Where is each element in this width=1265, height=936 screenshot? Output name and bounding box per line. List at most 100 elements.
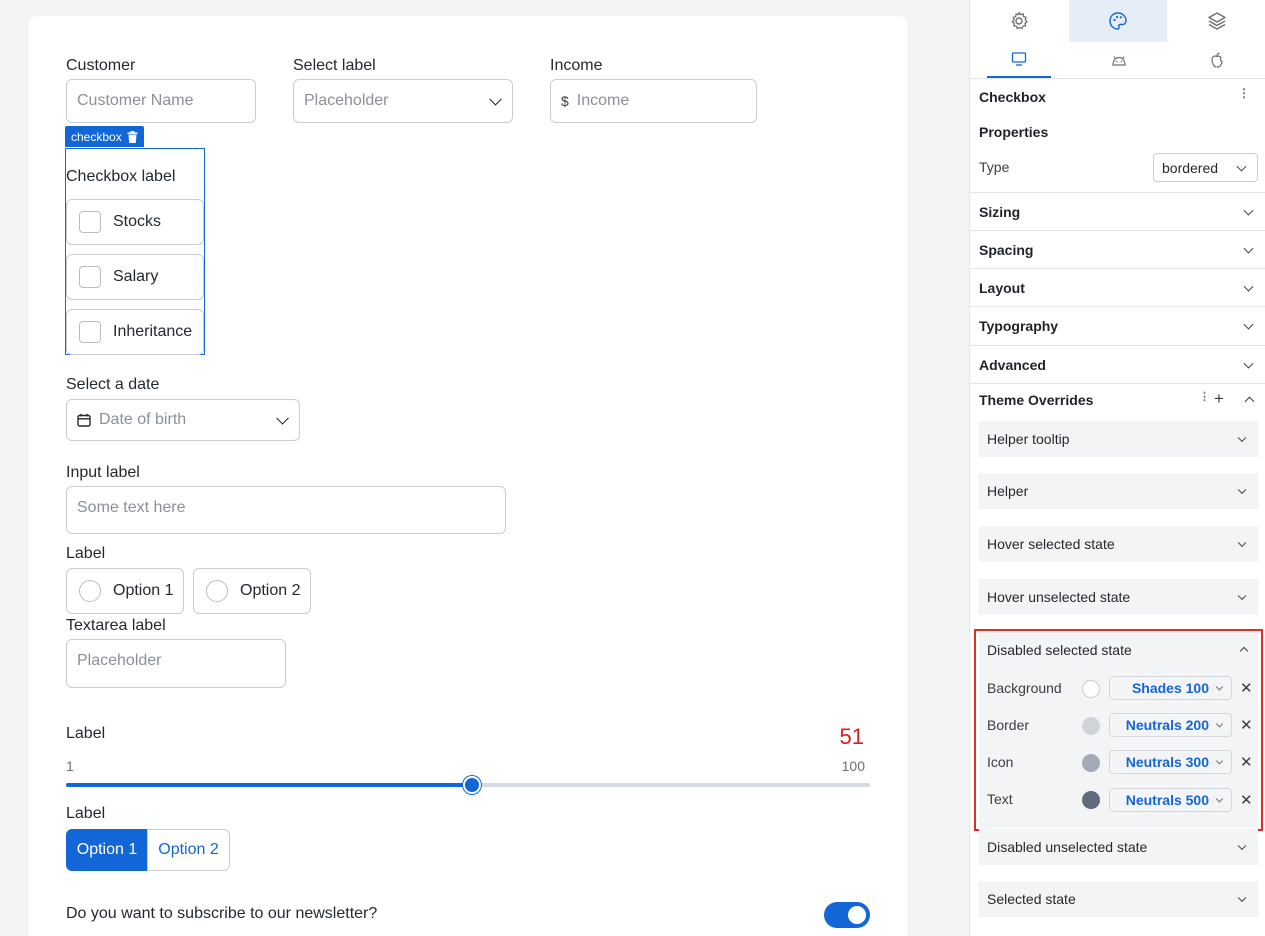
textarea[interactable]: Placeholder	[66, 639, 286, 688]
slider-track[interactable]	[66, 776, 870, 794]
radio-option-label: Option 1	[113, 582, 174, 599]
android-icon	[1112, 56, 1126, 66]
tab-android[interactable]	[1087, 42, 1151, 78]
newsletter-label: Do you want to subscribe to our newslett…	[66, 905, 378, 922]
chevron-down-icon	[1243, 281, 1254, 292]
checkbox-box[interactable]	[79, 266, 101, 288]
override-item[interactable]: Hover selected state	[979, 526, 1258, 562]
slider-value: 51	[839, 724, 864, 749]
section-sizing[interactable]: Sizing	[970, 193, 1265, 231]
currency-prefix: $	[561, 93, 569, 109]
chevron-down-icon	[276, 411, 289, 425]
textarea-placeholder: Placeholder	[77, 652, 162, 669]
radio-option[interactable]: Option 1	[66, 568, 184, 614]
palette-icon	[1109, 12, 1127, 30]
section-advanced[interactable]: Advanced	[970, 346, 1265, 384]
radio-circle[interactable]	[79, 580, 101, 602]
tab-desktop[interactable]	[987, 42, 1051, 78]
properties-panel: Checkbox ⋮ Properties Type bordered Sizi…	[969, 0, 1265, 936]
properties-header: Properties	[970, 116, 1265, 148]
radio-circle[interactable]	[206, 580, 228, 602]
section-typography[interactable]: Typography	[970, 307, 1265, 346]
income-input[interactable]: $ Income	[550, 79, 757, 123]
desktop-icon	[1011, 52, 1027, 66]
newsletter-toggle[interactable]	[824, 902, 870, 928]
customer-label: Customer	[66, 57, 136, 74]
calendar-icon	[77, 413, 91, 427]
section-spacing[interactable]: Spacing	[970, 231, 1265, 269]
override-title: Selected state	[987, 891, 1076, 907]
trash-icon[interactable]	[127, 130, 138, 143]
type-select-value: bordered	[1162, 159, 1219, 176]
component-tag-label: checkbox	[71, 129, 122, 144]
slider-max: 100	[841, 758, 865, 774]
slider-label: Label	[66, 725, 106, 742]
apple-icon	[1211, 52, 1223, 68]
override-item[interactable]: Disabled unselected state	[979, 829, 1258, 865]
form-canvas: Customer Customer Name Select label Plac…	[28, 16, 908, 936]
section-title: Spacing	[979, 241, 1034, 258]
section-title: Advanced	[979, 356, 1046, 373]
radio-option-label: Option 2	[240, 582, 301, 599]
checkbox-option-label: Inheritance	[113, 323, 193, 340]
chevron-down-icon	[1243, 243, 1254, 254]
input-label: Input label	[66, 464, 140, 481]
segment-option-2[interactable]: Option 2	[147, 829, 230, 871]
slider-min: 1	[66, 758, 74, 774]
override-item[interactable]: Helper	[979, 473, 1258, 509]
segment-option-1[interactable]: Option 1	[66, 829, 148, 871]
tab-ios[interactable]	[1185, 42, 1249, 78]
component-tag[interactable]: checkbox	[65, 126, 144, 147]
override-title: Disabled unselected state	[987, 839, 1148, 855]
tab-layers[interactable]	[1168, 0, 1265, 42]
chevron-up-icon[interactable]	[1244, 396, 1255, 407]
add-icon[interactable]: +	[1214, 390, 1224, 407]
customer-placeholder: Customer Name	[77, 92, 194, 109]
checkbox-option[interactable]: Inheritance	[66, 309, 204, 355]
chevron-down-icon	[1236, 161, 1247, 172]
textarea-label: Textarea label	[66, 617, 166, 634]
segmented-label: Label	[66, 805, 106, 822]
override-title: Helper	[987, 483, 1029, 499]
customer-input[interactable]: Customer Name	[66, 79, 256, 123]
chevron-down-icon	[1237, 538, 1247, 548]
select-dropdown[interactable]: Placeholder	[293, 79, 513, 123]
checkbox-box[interactable]	[79, 211, 101, 233]
section-title: Layout	[979, 279, 1025, 296]
checkbox-box[interactable]	[79, 321, 101, 343]
override-item[interactable]: Selected state	[979, 881, 1258, 917]
slider-fill	[66, 783, 473, 787]
checkbox-option[interactable]: Salary	[66, 254, 204, 300]
select-placeholder: Placeholder	[304, 92, 389, 109]
layers-icon	[1208, 12, 1226, 30]
tab-theme[interactable]	[1069, 0, 1167, 42]
radio-option[interactable]: Option 2	[193, 568, 311, 614]
chevron-down-icon	[489, 92, 502, 106]
checkbox-group-label: Checkbox label	[66, 168, 176, 185]
more-icon[interactable]: ⋮	[1199, 392, 1210, 403]
date-label: Select a date	[66, 376, 160, 393]
checkbox-option[interactable]: Stocks	[66, 199, 204, 245]
section-title: Typography	[979, 318, 1059, 334]
checkbox-option-label: Salary	[113, 268, 159, 285]
component-title-row: Checkbox ⋮	[970, 79, 1265, 115]
text-input[interactable]: Some text here	[66, 486, 506, 534]
override-item[interactable]: Helper tooltip	[979, 421, 1258, 457]
section-theme-overrides[interactable]: Theme Overrides ⋮ +	[970, 384, 1265, 416]
properties-title: Properties	[979, 124, 1049, 140]
date-picker[interactable]: Date of birth	[66, 399, 300, 441]
select-label: Select label	[293, 57, 376, 74]
more-icon[interactable]: ⋮	[1238, 87, 1250, 99]
gear-icon	[1011, 11, 1028, 30]
override-title: Helper tooltip	[987, 431, 1070, 447]
slider-thumb[interactable]	[463, 776, 482, 794]
highlight-box	[974, 629, 1263, 831]
tab-settings[interactable]	[970, 0, 1068, 42]
chevron-down-icon	[1243, 319, 1254, 330]
chevron-down-icon	[1237, 433, 1247, 443]
income-placeholder: Income	[576, 92, 630, 109]
chevron-down-icon	[1237, 591, 1247, 601]
type-select[interactable]: bordered	[1153, 153, 1258, 182]
section-layout[interactable]: Layout	[970, 269, 1265, 307]
override-item[interactable]: Hover unselected state	[979, 579, 1258, 615]
